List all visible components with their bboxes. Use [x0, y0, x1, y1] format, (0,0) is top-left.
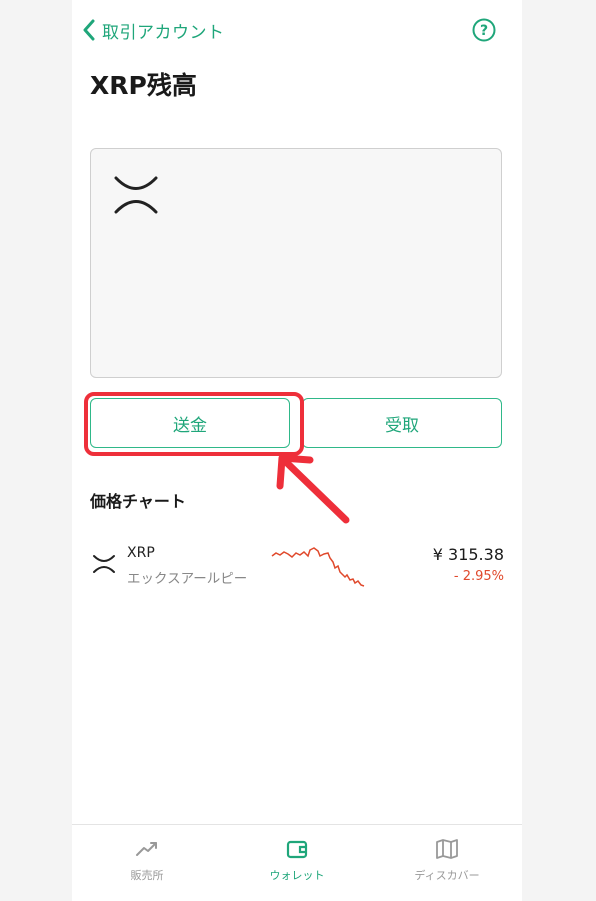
trend-icon: [136, 842, 157, 856]
coin-symbol: XRP: [127, 545, 155, 561]
chevron-left-icon: [83, 19, 95, 41]
tab-label: 販売所: [130, 869, 164, 882]
back-button[interactable]: 取引アカウント: [82, 18, 225, 43]
back-label: 取引アカウント: [102, 22, 225, 43]
xrp-logo-icon: [114, 176, 158, 214]
tab-label: ディスカバー: [414, 869, 480, 882]
app-screen: 取引アカウント ? XRP残高 送金 受取 価格チャート XRP エックスアール…: [72, 0, 522, 901]
xrp-logo-icon: [93, 555, 115, 573]
price-chart-title: 価格チャート: [90, 492, 186, 511]
svg-text:?: ?: [480, 23, 488, 39]
price-change: - 2.95%: [453, 569, 504, 584]
tab-exchange[interactable]: 販売所: [72, 825, 222, 901]
map-icon: [436, 839, 458, 859]
coin-name: エックスアールピー: [127, 571, 248, 587]
balance-card: [90, 148, 502, 378]
send-button[interactable]: 送金: [90, 398, 290, 448]
tab-label: ウォレット: [269, 869, 325, 882]
bottom-tab-bar: 販売所 ウォレット ディスカバー: [72, 824, 522, 901]
price-sparkline: [271, 547, 365, 587]
page-title: XRP残高: [90, 71, 197, 100]
tab-wallet[interactable]: ウォレット: [222, 825, 372, 901]
wallet-icon: [286, 840, 308, 859]
tab-discover[interactable]: ディスカバー: [372, 825, 522, 901]
pointer-arrow-icon: [276, 454, 350, 524]
price-value: ¥ 315.38: [432, 545, 504, 564]
price-row-xrp[interactable]: XRP エックスアールピー ¥ 315.38 - 2.95%: [90, 536, 504, 594]
help-icon[interactable]: ?: [472, 18, 496, 42]
receive-button[interactable]: 受取: [302, 398, 502, 448]
